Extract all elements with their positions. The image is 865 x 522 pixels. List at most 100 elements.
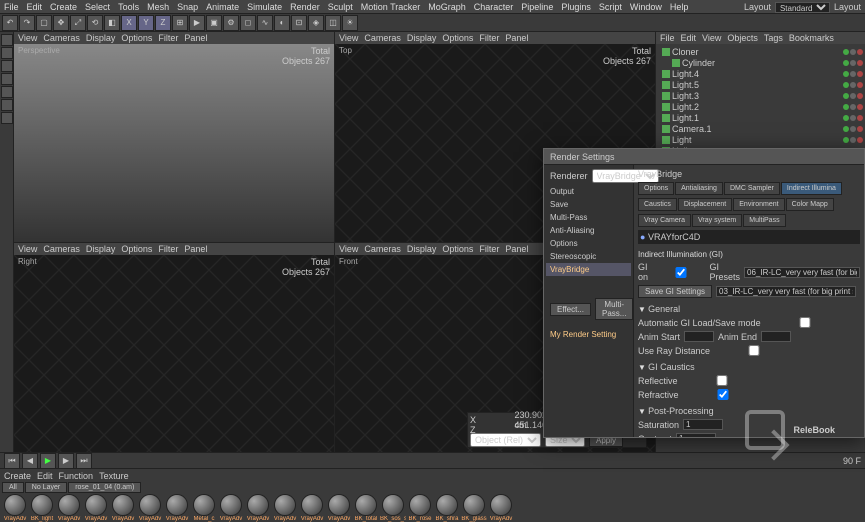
save-gi-input[interactable] xyxy=(716,286,856,297)
texture-mode-icon[interactable] xyxy=(1,99,13,111)
tab-colormap[interactable]: Color Mapp xyxy=(786,198,834,211)
material-item[interactable]: VrayAdv xyxy=(245,494,271,522)
material-item[interactable]: VrayAdv xyxy=(272,494,298,522)
material-item[interactable]: Metal_c xyxy=(191,494,217,522)
cog-icon[interactable] xyxy=(1,112,13,124)
vp-menu-view[interactable]: View xyxy=(18,33,37,43)
refractive-checkbox[interactable] xyxy=(683,389,763,400)
menu-create[interactable]: Create xyxy=(50,2,77,12)
om-bookmarks[interactable]: Bookmarks xyxy=(789,33,834,43)
camera-icon[interactable]: ◫ xyxy=(325,15,341,31)
tree-item[interactable]: Light.4 xyxy=(658,68,863,79)
rs-stereo[interactable]: Stereoscopic xyxy=(546,250,631,263)
anim-start-input[interactable] xyxy=(684,331,714,342)
material-item[interactable]: VrayAdv xyxy=(137,494,163,522)
reflective-checkbox[interactable] xyxy=(682,375,762,386)
light-icon[interactable]: ☀ xyxy=(342,15,358,31)
tab-environment[interactable]: Environment xyxy=(733,198,784,211)
material-item[interactable]: VrayAdv xyxy=(110,494,136,522)
material-item[interactable]: BK_sos_s xyxy=(380,494,406,522)
axis-y-icon[interactable]: Y xyxy=(138,15,154,31)
material-item[interactable]: VrayAdv xyxy=(164,494,190,522)
rs-multipass[interactable]: Multi-Pass xyxy=(546,211,631,224)
tree-item[interactable]: Light.5 xyxy=(658,79,863,90)
my-render-setting[interactable]: My Render Setting xyxy=(546,328,631,341)
vp-menu-filter[interactable]: Filter xyxy=(158,33,178,43)
menu-snap[interactable]: Snap xyxy=(177,2,198,12)
rs-vraybridge[interactable]: VrayBridge xyxy=(546,263,631,276)
deformer-icon[interactable]: ◈ xyxy=(308,15,324,31)
layout-select[interactable]: Standard xyxy=(775,2,830,13)
select-icon[interactable]: ▢ xyxy=(36,15,52,31)
om-tags[interactable]: Tags xyxy=(764,33,783,43)
mat-tab-rose[interactable]: rose_01_04 (0.am) xyxy=(68,482,141,493)
axis-x-icon[interactable]: X xyxy=(121,15,137,31)
mat-tab-nolayer[interactable]: No Layer xyxy=(25,482,67,493)
material-item[interactable]: VrayAdv xyxy=(299,494,325,522)
menu-mograph[interactable]: MoGraph xyxy=(428,2,466,12)
material-item[interactable]: VrayAdv xyxy=(218,494,244,522)
viewport-right[interactable]: ViewCamerasDisplayOptionsFilterPanel Rig… xyxy=(14,243,334,453)
save-gi-button[interactable]: Save GI Settings xyxy=(638,285,712,298)
rs-save[interactable]: Save xyxy=(546,198,631,211)
tab-options[interactable]: Options xyxy=(638,182,674,195)
tree-item[interactable]: Cloner xyxy=(658,46,863,57)
goto-start-icon[interactable]: ⏮ xyxy=(4,453,20,469)
rs-aa[interactable]: Anti-Aliasing xyxy=(546,224,631,237)
mat-create[interactable]: Create xyxy=(4,471,31,481)
effect-button[interactable]: Effect... xyxy=(550,303,591,316)
gi-on-checkbox[interactable] xyxy=(656,267,706,278)
menu-render[interactable]: Render xyxy=(290,2,320,12)
menu-file[interactable]: File xyxy=(4,2,19,12)
tree-item[interactable]: Light xyxy=(658,134,863,145)
point-mode-icon[interactable] xyxy=(1,60,13,72)
material-item[interactable]: VrayAdv xyxy=(2,494,28,522)
axis-z-icon[interactable]: Z xyxy=(155,15,171,31)
om-edit[interactable]: Edit xyxy=(681,33,697,43)
rs-options[interactable]: Options xyxy=(546,237,631,250)
rendersettings-icon[interactable]: ⚙ xyxy=(223,15,239,31)
render-settings-dialog[interactable]: Render Settings Renderer VrayBridge Outp… xyxy=(543,148,865,438)
goto-end-icon[interactable]: ⏭ xyxy=(76,453,92,469)
vp-menu-cameras[interactable]: Cameras xyxy=(43,33,80,43)
material-item[interactable]: BK_shra xyxy=(434,494,460,522)
vp-menu-options[interactable]: Options xyxy=(121,33,152,43)
menu-sculpt[interactable]: Sculpt xyxy=(328,2,353,12)
material-item[interactable]: BK_total xyxy=(353,494,379,522)
auto-gi-checkbox[interactable] xyxy=(765,317,845,328)
material-item[interactable]: BK_rose xyxy=(407,494,433,522)
mat-edit[interactable]: Edit xyxy=(37,471,53,481)
tab-displacement[interactable]: Displacement xyxy=(678,198,732,211)
tool-icon[interactable]: ◧ xyxy=(104,15,120,31)
poly-mode-icon[interactable] xyxy=(1,86,13,98)
tree-item[interactable]: Light.2 xyxy=(658,101,863,112)
vp-menu-panel[interactable]: Panel xyxy=(184,33,207,43)
play-icon[interactable]: ▶ xyxy=(40,453,56,469)
menu-pipeline[interactable]: Pipeline xyxy=(521,2,553,12)
material-item[interactable]: VrayAdv xyxy=(326,494,352,522)
undo-icon[interactable]: ↶ xyxy=(2,15,18,31)
scale-icon[interactable]: ⤢ xyxy=(70,15,86,31)
coord-icon[interactable]: ⊞ xyxy=(172,15,188,31)
viewport-perspective[interactable]: View Cameras Display Options Filter Pane… xyxy=(14,32,334,242)
om-view[interactable]: View xyxy=(702,33,721,43)
redo-icon[interactable]: ↷ xyxy=(19,15,35,31)
renderregion-icon[interactable]: ▣ xyxy=(206,15,222,31)
nurbs-icon[interactable]: ◐ xyxy=(274,15,290,31)
coord-mode-select[interactable]: Object (Rel) xyxy=(470,433,541,447)
layout-extra[interactable]: Layout xyxy=(834,2,861,12)
material-item[interactable]: BK_light xyxy=(29,494,55,522)
edge-mode-icon[interactable] xyxy=(1,73,13,85)
anim-end-input[interactable] xyxy=(761,331,791,342)
material-item[interactable]: VrayAdv xyxy=(488,494,514,522)
material-item[interactable]: BK_glass xyxy=(461,494,487,522)
tab-vraysystem[interactable]: Vray system xyxy=(692,214,742,227)
menu-tools[interactable]: Tools xyxy=(118,2,139,12)
array-icon[interactable]: ⊡ xyxy=(291,15,307,31)
om-file[interactable]: File xyxy=(660,33,675,43)
menu-animate[interactable]: Animate xyxy=(206,2,239,12)
dialog-title[interactable]: Render Settings xyxy=(544,149,864,165)
timeline[interactable]: ⏮ ◀ ▶ ▶ ⏭ 90 F xyxy=(0,452,865,468)
menu-script[interactable]: Script xyxy=(599,2,622,12)
om-objects[interactable]: Objects xyxy=(727,33,758,43)
